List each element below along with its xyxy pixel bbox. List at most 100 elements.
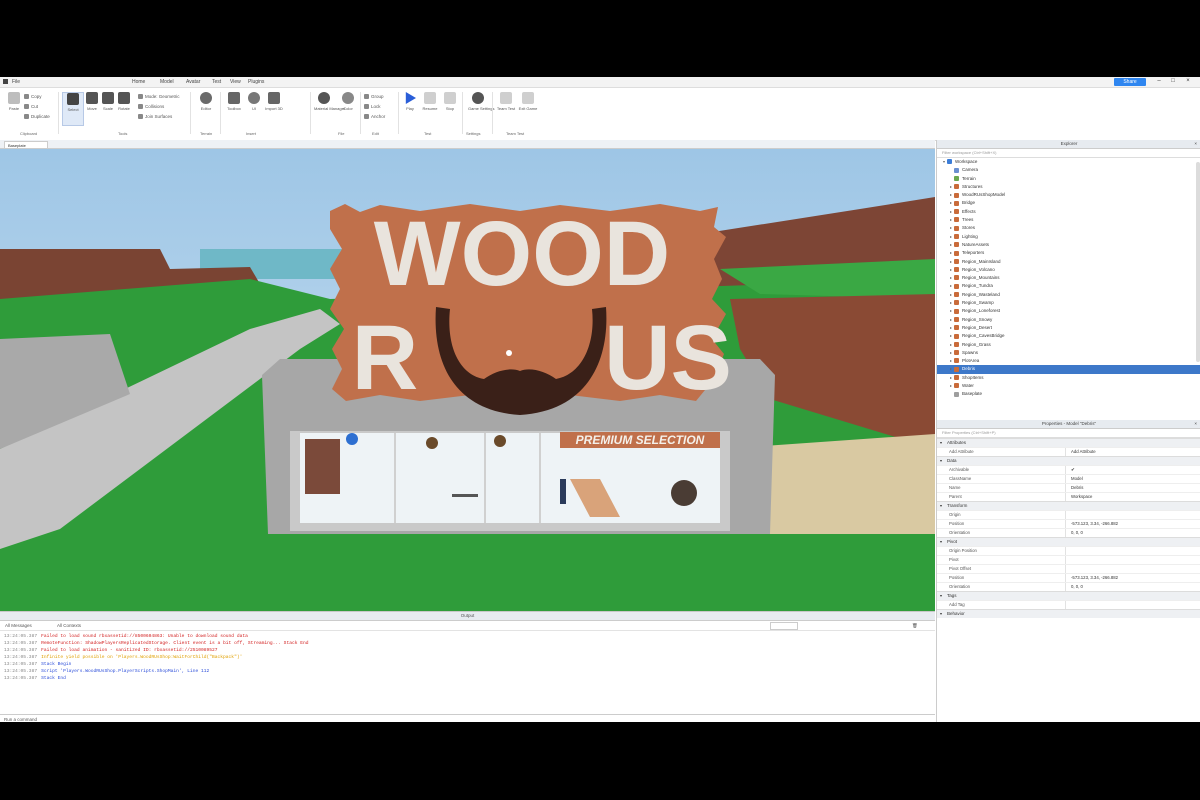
explorer-item[interactable]: ▸ ShopItems xyxy=(937,374,1200,382)
close-icon[interactable]: × xyxy=(1194,140,1197,148)
select-tool[interactable]: Select xyxy=(62,92,84,126)
rotate-tool[interactable]: Rotate xyxy=(114,92,134,111)
explorer-item[interactable]: ▸ Trees xyxy=(937,216,1200,224)
app-logo-icon[interactable] xyxy=(3,79,8,84)
property-value[interactable]: Debris xyxy=(1071,484,1083,492)
explorer-item[interactable]: ▸ Region_Swamp xyxy=(937,299,1200,307)
property-value[interactable]: ✔ xyxy=(1071,466,1075,474)
property-category[interactable]: Pivot xyxy=(937,537,1200,546)
property-row[interactable]: Orientation 0, 0, 0 xyxy=(937,528,1200,537)
collisions-toggle[interactable]: Collisions xyxy=(138,104,164,109)
explorer-item[interactable]: ▸ Teleporters xyxy=(937,249,1200,257)
explorer-item[interactable]: ▸ Structures xyxy=(937,183,1200,191)
property-row[interactable]: ClassName Model xyxy=(937,474,1200,483)
property-value[interactable]: -573.123, 3.34, -266.882 xyxy=(1071,520,1118,528)
toolbox-button[interactable]: Toolbox xyxy=(224,92,244,111)
property-row[interactable]: Add Attribute Add Attribute xyxy=(937,447,1200,456)
menu-home[interactable]: Home xyxy=(132,79,145,85)
property-row[interactable]: Add Tag xyxy=(937,600,1200,609)
terrain-editor-button[interactable]: Editor xyxy=(196,92,216,111)
property-row[interactable]: Origin Position xyxy=(937,546,1200,555)
menu-test[interactable]: Test xyxy=(212,79,221,85)
game-settings-button[interactable]: Game Settings xyxy=(468,92,494,111)
explorer-item[interactable]: ▸ Region_Volcano xyxy=(937,266,1200,274)
properties-filter-input[interactable]: Filter Properties (Ctrl+Shift+P) xyxy=(937,429,1200,438)
explorer-item[interactable]: ▸ Region_Grass xyxy=(937,341,1200,349)
explorer-item[interactable]: ▸ Region_Snowy xyxy=(937,316,1200,324)
explorer-filter-input[interactable]: Filter workspace (Ctrl+Shift+X) xyxy=(937,149,1200,158)
explorer-item[interactable]: ▸ NatureAssets xyxy=(937,241,1200,249)
explorer-item[interactable]: ▸ Stores xyxy=(937,224,1200,232)
explorer-item[interactable]: ▸ WoodRUsShopModel xyxy=(937,191,1200,199)
tab-baseplate[interactable]: Baseplate xyxy=(4,141,48,148)
property-row[interactable]: Position -573.123, 3.34, -266.882 xyxy=(937,519,1200,528)
minimize-icon[interactable]: – xyxy=(1155,78,1163,85)
import-3d-button[interactable]: Import 3D xyxy=(264,92,284,111)
property-value[interactable]: Workspace xyxy=(1071,493,1092,501)
color-button[interactable]: Color xyxy=(338,92,358,111)
copy-button[interactable]: Copy xyxy=(24,94,42,99)
explorer-item[interactable]: ▸ Effects xyxy=(937,208,1200,216)
explorer-item[interactable]: Terrain xyxy=(937,175,1200,183)
close-icon[interactable]: × xyxy=(1184,78,1192,85)
property-category[interactable]: Attributes xyxy=(937,438,1200,447)
explorer-item[interactable]: ▸ PlotArea xyxy=(937,357,1200,365)
menu-file[interactable]: File xyxy=(12,79,20,85)
output-search-input[interactable] xyxy=(770,622,798,630)
property-row[interactable]: Pivot xyxy=(937,555,1200,564)
material-manager-button[interactable]: Material Manager xyxy=(314,92,345,111)
explorer-item[interactable]: ▸ Region_MainIsland xyxy=(937,258,1200,266)
paste-button[interactable]: Paste xyxy=(4,92,24,111)
explorer-item[interactable]: ▸ Region_Mountains xyxy=(937,274,1200,282)
3d-viewport[interactable]: PREMIUM SELECTION WOOD R US xyxy=(0,149,935,611)
explorer-item[interactable]: Baseplate xyxy=(937,390,1200,398)
property-row[interactable]: Parent Workspace xyxy=(937,492,1200,501)
explorer-item[interactable]: ▸ Water xyxy=(937,382,1200,390)
explorer-item[interactable]: ▸ Region_Desert xyxy=(937,324,1200,332)
anchor-button[interactable]: Anchor xyxy=(364,114,385,119)
command-bar-input[interactable]: Run a command xyxy=(0,714,935,722)
property-row[interactable]: Orientation 0, 0, 0 xyxy=(937,582,1200,591)
menu-plugins[interactable]: Plugins xyxy=(248,79,264,85)
property-value[interactable]: 0, 0, 0 xyxy=(1071,529,1083,537)
join-surfaces-toggle[interactable]: Join Surfaces xyxy=(138,114,172,119)
property-category[interactable]: Behavior xyxy=(937,609,1200,618)
property-row[interactable]: Origin xyxy=(937,510,1200,519)
clear-output-icon[interactable]: 🗑 xyxy=(912,621,918,630)
property-value[interactable]: 0, 0, 0 xyxy=(1071,583,1083,591)
property-value[interactable]: Model xyxy=(1071,475,1083,483)
explorer-item[interactable]: ▸ Region_CavesBridge xyxy=(937,332,1200,340)
resume-button[interactable]: Resume xyxy=(420,92,440,111)
property-row[interactable]: Name Debris xyxy=(937,483,1200,492)
group-button[interactable]: Group xyxy=(364,94,384,99)
lock-button[interactable]: Lock xyxy=(364,104,381,109)
explorer-item[interactable]: ▸ Lighting xyxy=(937,233,1200,241)
menu-avatar[interactable]: Avatar xyxy=(186,79,200,85)
property-category[interactable]: Tags xyxy=(937,591,1200,600)
menu-view[interactable]: View xyxy=(230,79,241,85)
exit-game-button[interactable]: Exit Game xyxy=(518,92,538,111)
message-filter-dropdown[interactable]: All Messages xyxy=(5,623,32,628)
stop-button[interactable]: Stop xyxy=(440,92,460,111)
explorer-item[interactable]: ▸ Region_Loneforest xyxy=(937,307,1200,315)
explorer-item[interactable]: ▸ Region_Wasteland xyxy=(937,291,1200,299)
share-button[interactable]: Share xyxy=(1114,78,1146,86)
context-filter-dropdown[interactable]: All Contexts xyxy=(57,623,81,628)
play-button[interactable]: Play xyxy=(400,92,420,111)
property-category[interactable]: Data xyxy=(937,456,1200,465)
ui-button[interactable]: UI xyxy=(244,92,264,111)
property-row[interactable]: Pivot Offset xyxy=(937,564,1200,573)
close-icon[interactable]: × xyxy=(1194,420,1197,428)
property-category[interactable]: Transform xyxy=(937,501,1200,510)
explorer-item[interactable]: Camera xyxy=(937,166,1200,174)
explorer-item[interactable]: ▸ Spawns xyxy=(937,349,1200,357)
menu-model[interactable]: Model xyxy=(160,79,174,85)
duplicate-button[interactable]: Duplicate xyxy=(24,114,50,119)
mode-dropdown[interactable]: Mode: Geometric xyxy=(138,94,180,99)
explorer-item[interactable]: ▸ Bridge xyxy=(937,199,1200,207)
cut-button[interactable]: Cut xyxy=(24,104,38,109)
team-test-button[interactable]: Team Test xyxy=(496,92,516,111)
explorer-item[interactable]: ▸ Debris xyxy=(937,365,1200,374)
property-value[interactable]: Add Attribute xyxy=(1071,448,1096,456)
maximize-icon[interactable]: □ xyxy=(1169,78,1177,85)
